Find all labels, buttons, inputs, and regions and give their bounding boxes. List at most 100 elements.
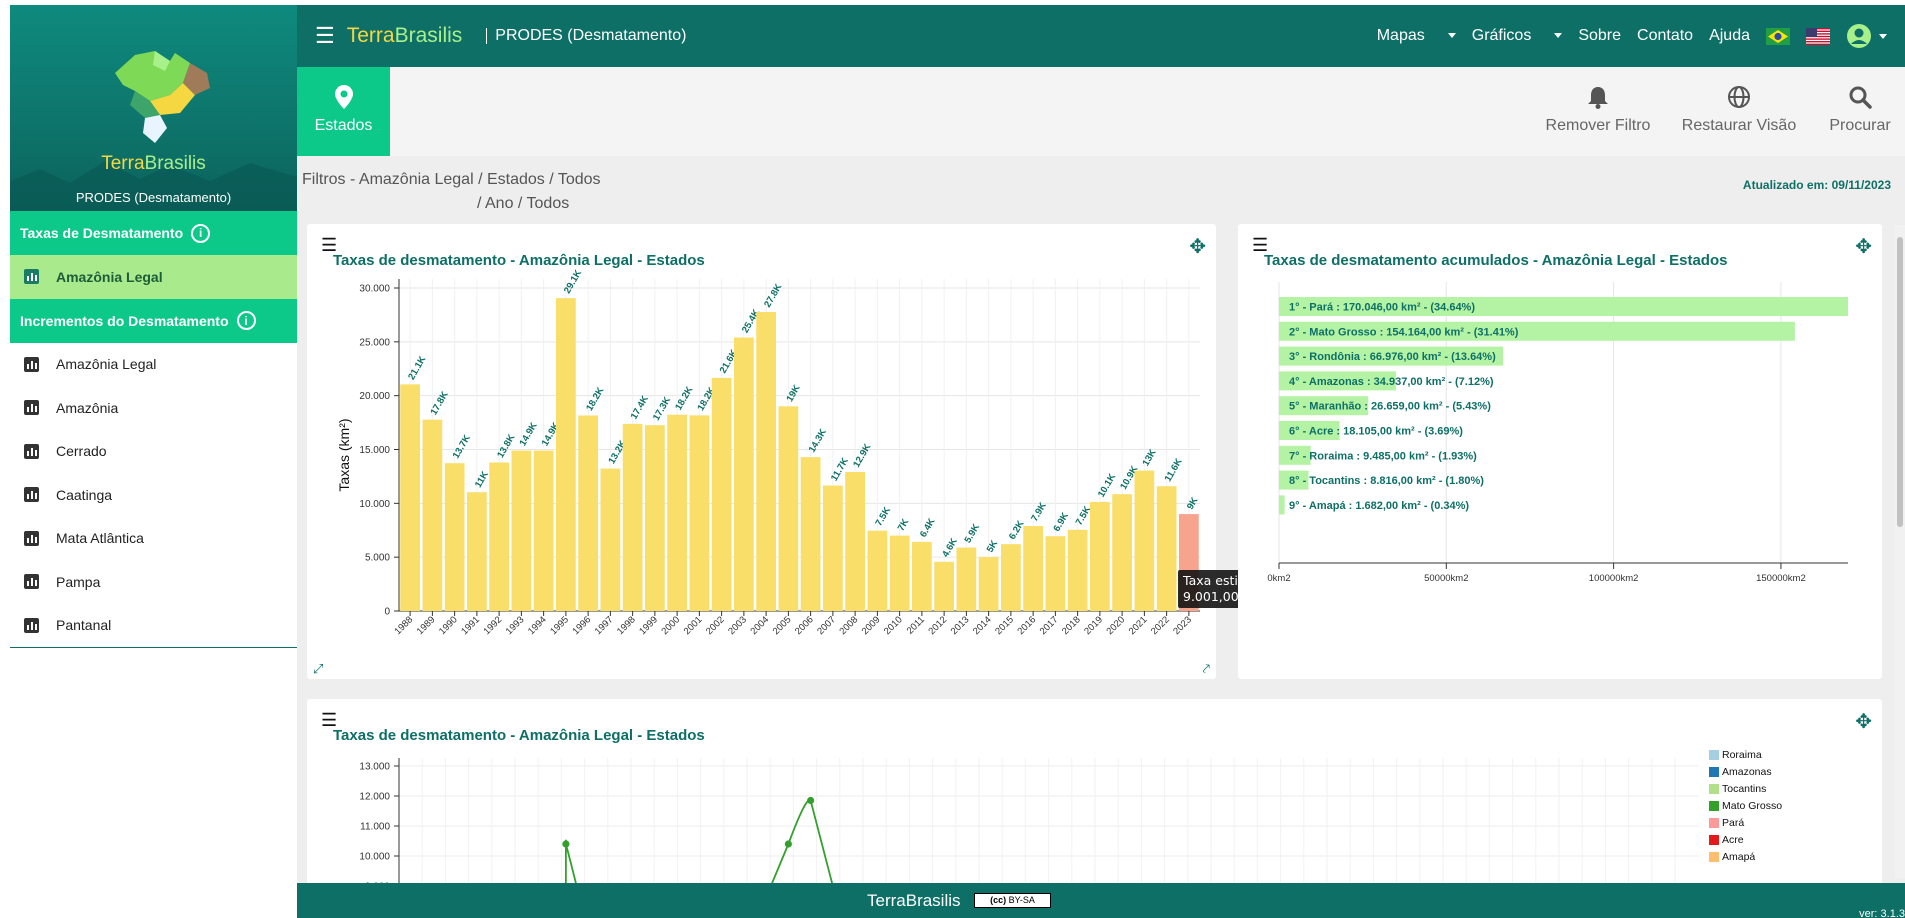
bar xyxy=(578,415,598,611)
search-label: Procurar xyxy=(1829,117,1891,134)
x-tick-label: 2008 xyxy=(838,614,861,637)
sidebar-brand: TerraBrasilis xyxy=(10,153,297,175)
nav-sobre[interactable]: Sobre xyxy=(1578,27,1621,45)
bar xyxy=(511,450,532,611)
sidebar-item-caatinga[interactable]: Caatinga xyxy=(10,473,297,517)
bar-data-label: 3° - Rondônia : 66.976,00 km² - (13.64%) xyxy=(1289,351,1496,363)
x-tick-label: 2000 xyxy=(660,614,683,637)
x-tick-label: 2006 xyxy=(793,614,816,637)
bar-chart-icon xyxy=(24,530,39,546)
x-tick-label: 2001 xyxy=(682,614,705,637)
bar xyxy=(912,541,932,611)
x-tick-label: 2003 xyxy=(726,614,749,637)
x-tick-label: 2019 xyxy=(1082,614,1105,637)
bar xyxy=(467,492,487,611)
sidebar-item-amazonia-legal[interactable]: Amazônia Legal xyxy=(10,343,297,387)
search-button[interactable]: Procurar xyxy=(1825,67,1895,156)
scrollbar-thumb[interactable] xyxy=(1897,237,1903,527)
search-icon xyxy=(1849,86,1872,109)
license-label: BY-SA xyxy=(1008,895,1035,905)
bar xyxy=(756,312,776,611)
remove-filter-button[interactable]: Remover Filtro xyxy=(1543,67,1653,156)
sidebar-item-pantanal[interactable]: Pantanal xyxy=(10,604,297,648)
sidebar-item-label: Amazônia Legal xyxy=(56,356,157,373)
tab-estados[interactable]: Estados xyxy=(297,67,390,156)
y-tick-label: 15.000 xyxy=(359,445,390,456)
bar xyxy=(444,463,465,611)
x-tick-label: 1988 xyxy=(393,614,416,637)
legend-label: Amazonas xyxy=(1722,766,1772,778)
sidebar-item-cerrado[interactable]: Cerrado xyxy=(10,430,297,474)
nav-mapas[interactable]: Mapas xyxy=(1377,27,1456,45)
remove-filter-label: Remover Filtro xyxy=(1545,117,1651,134)
caret-down-icon xyxy=(1447,33,1456,39)
brazil-flag-icon[interactable] xyxy=(1766,27,1790,45)
nav-contato[interactable]: Contato xyxy=(1637,27,1693,45)
accumulated-bar-chart: 0km2 50000km2 100000km2 150000km2 1° - Pará … xyxy=(1267,282,1848,584)
y-tick-label: 10.000 xyxy=(359,852,390,863)
bar xyxy=(1134,470,1155,611)
x-tick-label: 1997 xyxy=(593,614,616,637)
y-tick-label: 13.000 xyxy=(359,762,390,773)
bar xyxy=(867,530,888,611)
legend-swatch xyxy=(1709,784,1719,794)
x-tick-label: 2012 xyxy=(927,614,950,637)
bar-data-label: 2° - Mato Grosso : 154.164,00 km² - (31.… xyxy=(1289,326,1519,338)
info-icon[interactable]: i xyxy=(236,311,256,330)
sidebar-item-pampa[interactable]: Pampa xyxy=(10,560,297,604)
x-tick-label: 50000km2 xyxy=(1424,573,1468,584)
version-label: ver: 3.1.3 xyxy=(1859,908,1905,918)
y-tick-label: 10.000 xyxy=(359,499,390,510)
restore-view-button[interactable]: Restaurar Visão xyxy=(1679,67,1799,156)
bar-data-label: 9K xyxy=(1185,495,1201,511)
sidebar-item-label: Mata Atlântica xyxy=(56,530,144,547)
y-tick-label: 11.000 xyxy=(360,822,390,833)
legend-swatch xyxy=(1709,852,1719,862)
sidebar-item-taxas-amazonia-legal[interactable]: Amazônia Legal xyxy=(10,255,297,299)
hamburger-menu-icon[interactable]: ☰ xyxy=(315,23,335,49)
sidebar-item-mata-atlantica[interactable]: Mata Atlântica xyxy=(10,517,297,561)
info-icon[interactable]: i xyxy=(191,223,211,243)
data-point xyxy=(784,840,792,848)
bar-data-label: 5K xyxy=(985,538,1001,554)
bar-chart-icon xyxy=(24,574,39,590)
bar xyxy=(400,384,420,611)
top-nav: Mapas Gráficos Sobre Contato Ajuda xyxy=(1377,5,1905,67)
bar xyxy=(1001,544,1021,611)
bar-data-label: 11.6K xyxy=(1163,457,1185,484)
scrollbar[interactable] xyxy=(1895,225,1905,878)
x-tick-label: 2023 xyxy=(1171,614,1194,637)
bar-chart-icon xyxy=(24,269,39,285)
resize-handle-icon[interactable]: ⤤ xyxy=(1203,661,1210,677)
x-tick-label: 2015 xyxy=(993,614,1016,637)
brand-brasilis: Brasilis xyxy=(394,24,463,47)
y-axis-title: Taxas (km²) xyxy=(336,418,352,491)
sidebar-item-label: Pampa xyxy=(56,573,101,590)
data-point xyxy=(562,840,570,848)
nav-ajuda[interactable]: Ajuda xyxy=(1709,27,1750,45)
nav-graficos[interactable]: Gráficos xyxy=(1472,27,1563,45)
topbar-brand[interactable]: TerraBrasilis xyxy=(347,24,463,48)
footer-brand: TerraBrasilis xyxy=(867,891,961,910)
bar xyxy=(689,415,710,611)
section-taxas[interactable]: Taxas de Desmatamento i xyxy=(10,211,297,255)
x-tick-label: 2020 xyxy=(1105,614,1128,637)
bar-chart-card: ☰ Taxas de desmatamento - Amazônia Legal… xyxy=(307,224,1319,679)
section-incrementos[interactable]: Incrementos do Desmatamento i xyxy=(10,298,297,343)
brazil-map-logo[interactable] xyxy=(95,43,215,153)
bar-chart-icon xyxy=(24,617,39,633)
restore-view-label: Restaurar Visão xyxy=(1681,117,1797,134)
cc-license-badge[interactable]: (cc) BY-SA xyxy=(974,893,1051,908)
resize-handle-icon[interactable]: ⤢ xyxy=(313,661,323,677)
bar-data-label: 4° - Amazonas : 34.937,00 km² - (7.12%) xyxy=(1289,376,1494,388)
rates-bar-chart: 0 5.000 10.000 15.000 20.000 25.000 30.000 Taxa… xyxy=(336,268,1201,637)
bar xyxy=(533,450,554,611)
usa-flag-icon[interactable] xyxy=(1806,27,1830,45)
bar xyxy=(978,557,999,611)
sidebar-subtitle: PRODES (Desmatamento) xyxy=(75,190,232,205)
data-point xyxy=(807,796,815,805)
legend-swatch xyxy=(1709,801,1719,811)
bar xyxy=(711,377,732,611)
user-menu[interactable] xyxy=(1846,23,1887,49)
sidebar-item-amazonia[interactable]: Amazônia xyxy=(10,386,297,430)
